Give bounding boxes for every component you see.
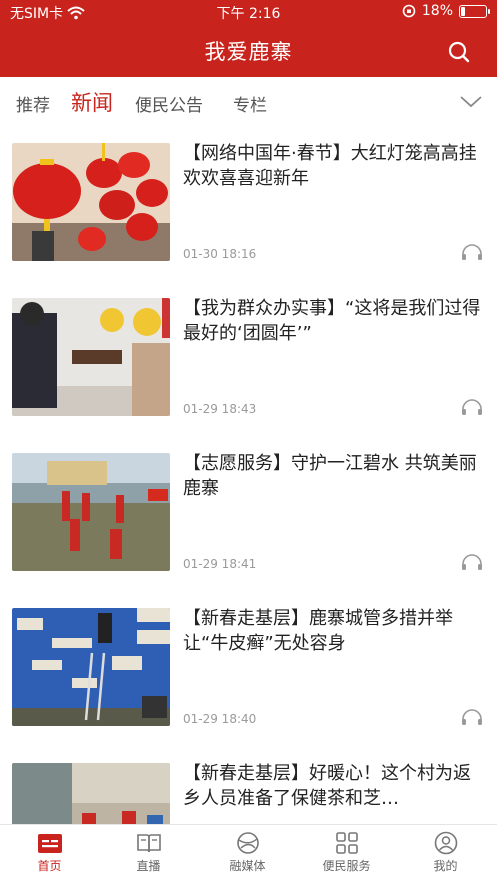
tab-recommend[interactable]: 推荐: [16, 91, 50, 116]
headphone-icon[interactable]: [461, 243, 483, 261]
news-headline[interactable]: 【志愿服务】守护一江碧水 共筑美丽鹿寨: [183, 451, 483, 501]
news-thumbnail: [12, 763, 170, 825]
nav-home[interactable]: 首页: [0, 831, 99, 874]
news-thumbnail: [12, 298, 170, 416]
news-thumbnail: [12, 143, 170, 261]
news-thumbnail: [12, 608, 170, 726]
nav-services[interactable]: 便民服务: [297, 831, 396, 874]
nav-label: 便民服务: [322, 859, 371, 873]
news-headline[interactable]: 【新春走基层】好暖心！这个村为返乡人员准备了保健茶和芝…: [183, 761, 483, 811]
status-bar: 无SIM卡 下午 2:16 18%: [0, 0, 497, 24]
battery-percent: 18%: [421, 3, 453, 19]
nav-label: 直播: [136, 859, 161, 873]
page-title: 我爱鹿寨: [204, 40, 293, 64]
news-list: 【网络中国年·春节】大红灯笼高高挂 欢欢喜喜迎新年 01-30 18:16 【我…: [0, 125, 497, 825]
battery-icon: [459, 4, 490, 18]
headphone-icon[interactable]: [461, 708, 483, 726]
news-item[interactable]: 【志愿服务】守护一江碧水 共筑美丽鹿寨 01-29 18:41: [0, 435, 497, 590]
book-icon: [136, 834, 161, 853]
news-headline[interactable]: 【新春走基层】鹿寨城管多措并举让“牛皮癣”无处容身: [183, 606, 483, 656]
search-icon[interactable]: [447, 40, 471, 64]
news-date: 01-29 18:41: [183, 557, 257, 571]
nav-label: 融媒体: [229, 859, 266, 873]
home-icon: [37, 834, 62, 853]
news-headline[interactable]: 【网络中国年·春节】大红灯笼高高挂 欢欢喜喜迎新年: [183, 141, 483, 191]
bottom-nav: 首页 直播 融媒体 便民服务 我的: [0, 824, 497, 883]
category-tabs: 推荐 新闻 便民公告 专栏: [0, 77, 497, 125]
news-item[interactable]: 【我为群众办实事】“这将是我们过得最好的‘团圆年’” 01-29 18:43: [0, 280, 497, 435]
headphone-icon[interactable]: [461, 398, 483, 416]
news-item[interactable]: 【网络中国年·春节】大红灯笼高高挂 欢欢喜喜迎新年 01-30 18:16: [0, 125, 497, 280]
news-thumbnail: [12, 453, 170, 571]
rotation-lock-icon: [402, 4, 416, 18]
chevron-down-icon[interactable]: [459, 91, 483, 111]
tab-notices[interactable]: 便民公告: [135, 91, 203, 116]
nav-media[interactable]: 融媒体: [198, 831, 297, 874]
grid-icon: [335, 832, 358, 854]
header-bar: 无SIM卡 下午 2:16 18% 我爱鹿寨: [0, 0, 497, 77]
tab-news[interactable]: 新闻: [71, 87, 113, 117]
nav-live[interactable]: 直播: [99, 831, 198, 874]
news-date: 01-29 18:43: [183, 402, 257, 416]
battery-fill: [461, 6, 465, 16]
news-item[interactable]: 【新春走基层】好暖心！这个村为返乡人员准备了保健茶和芝…: [0, 745, 497, 825]
headphone-icon[interactable]: [461, 553, 483, 571]
news-date: 01-29 18:40: [183, 712, 257, 726]
news-item[interactable]: 【新春走基层】鹿寨城管多措并举让“牛皮癣”无处容身 01-29 18:40: [0, 590, 497, 745]
nav-label: 我的: [433, 859, 458, 873]
nav-label: 首页: [37, 859, 62, 873]
globe-icon: [236, 832, 259, 854]
news-date: 01-30 18:16: [183, 247, 257, 261]
user-icon: [434, 831, 457, 855]
news-headline[interactable]: 【我为群众办实事】“这将是我们过得最好的‘团圆年’”: [183, 296, 483, 346]
tab-columns[interactable]: 专栏: [233, 91, 267, 116]
nav-profile[interactable]: 我的: [396, 831, 495, 874]
